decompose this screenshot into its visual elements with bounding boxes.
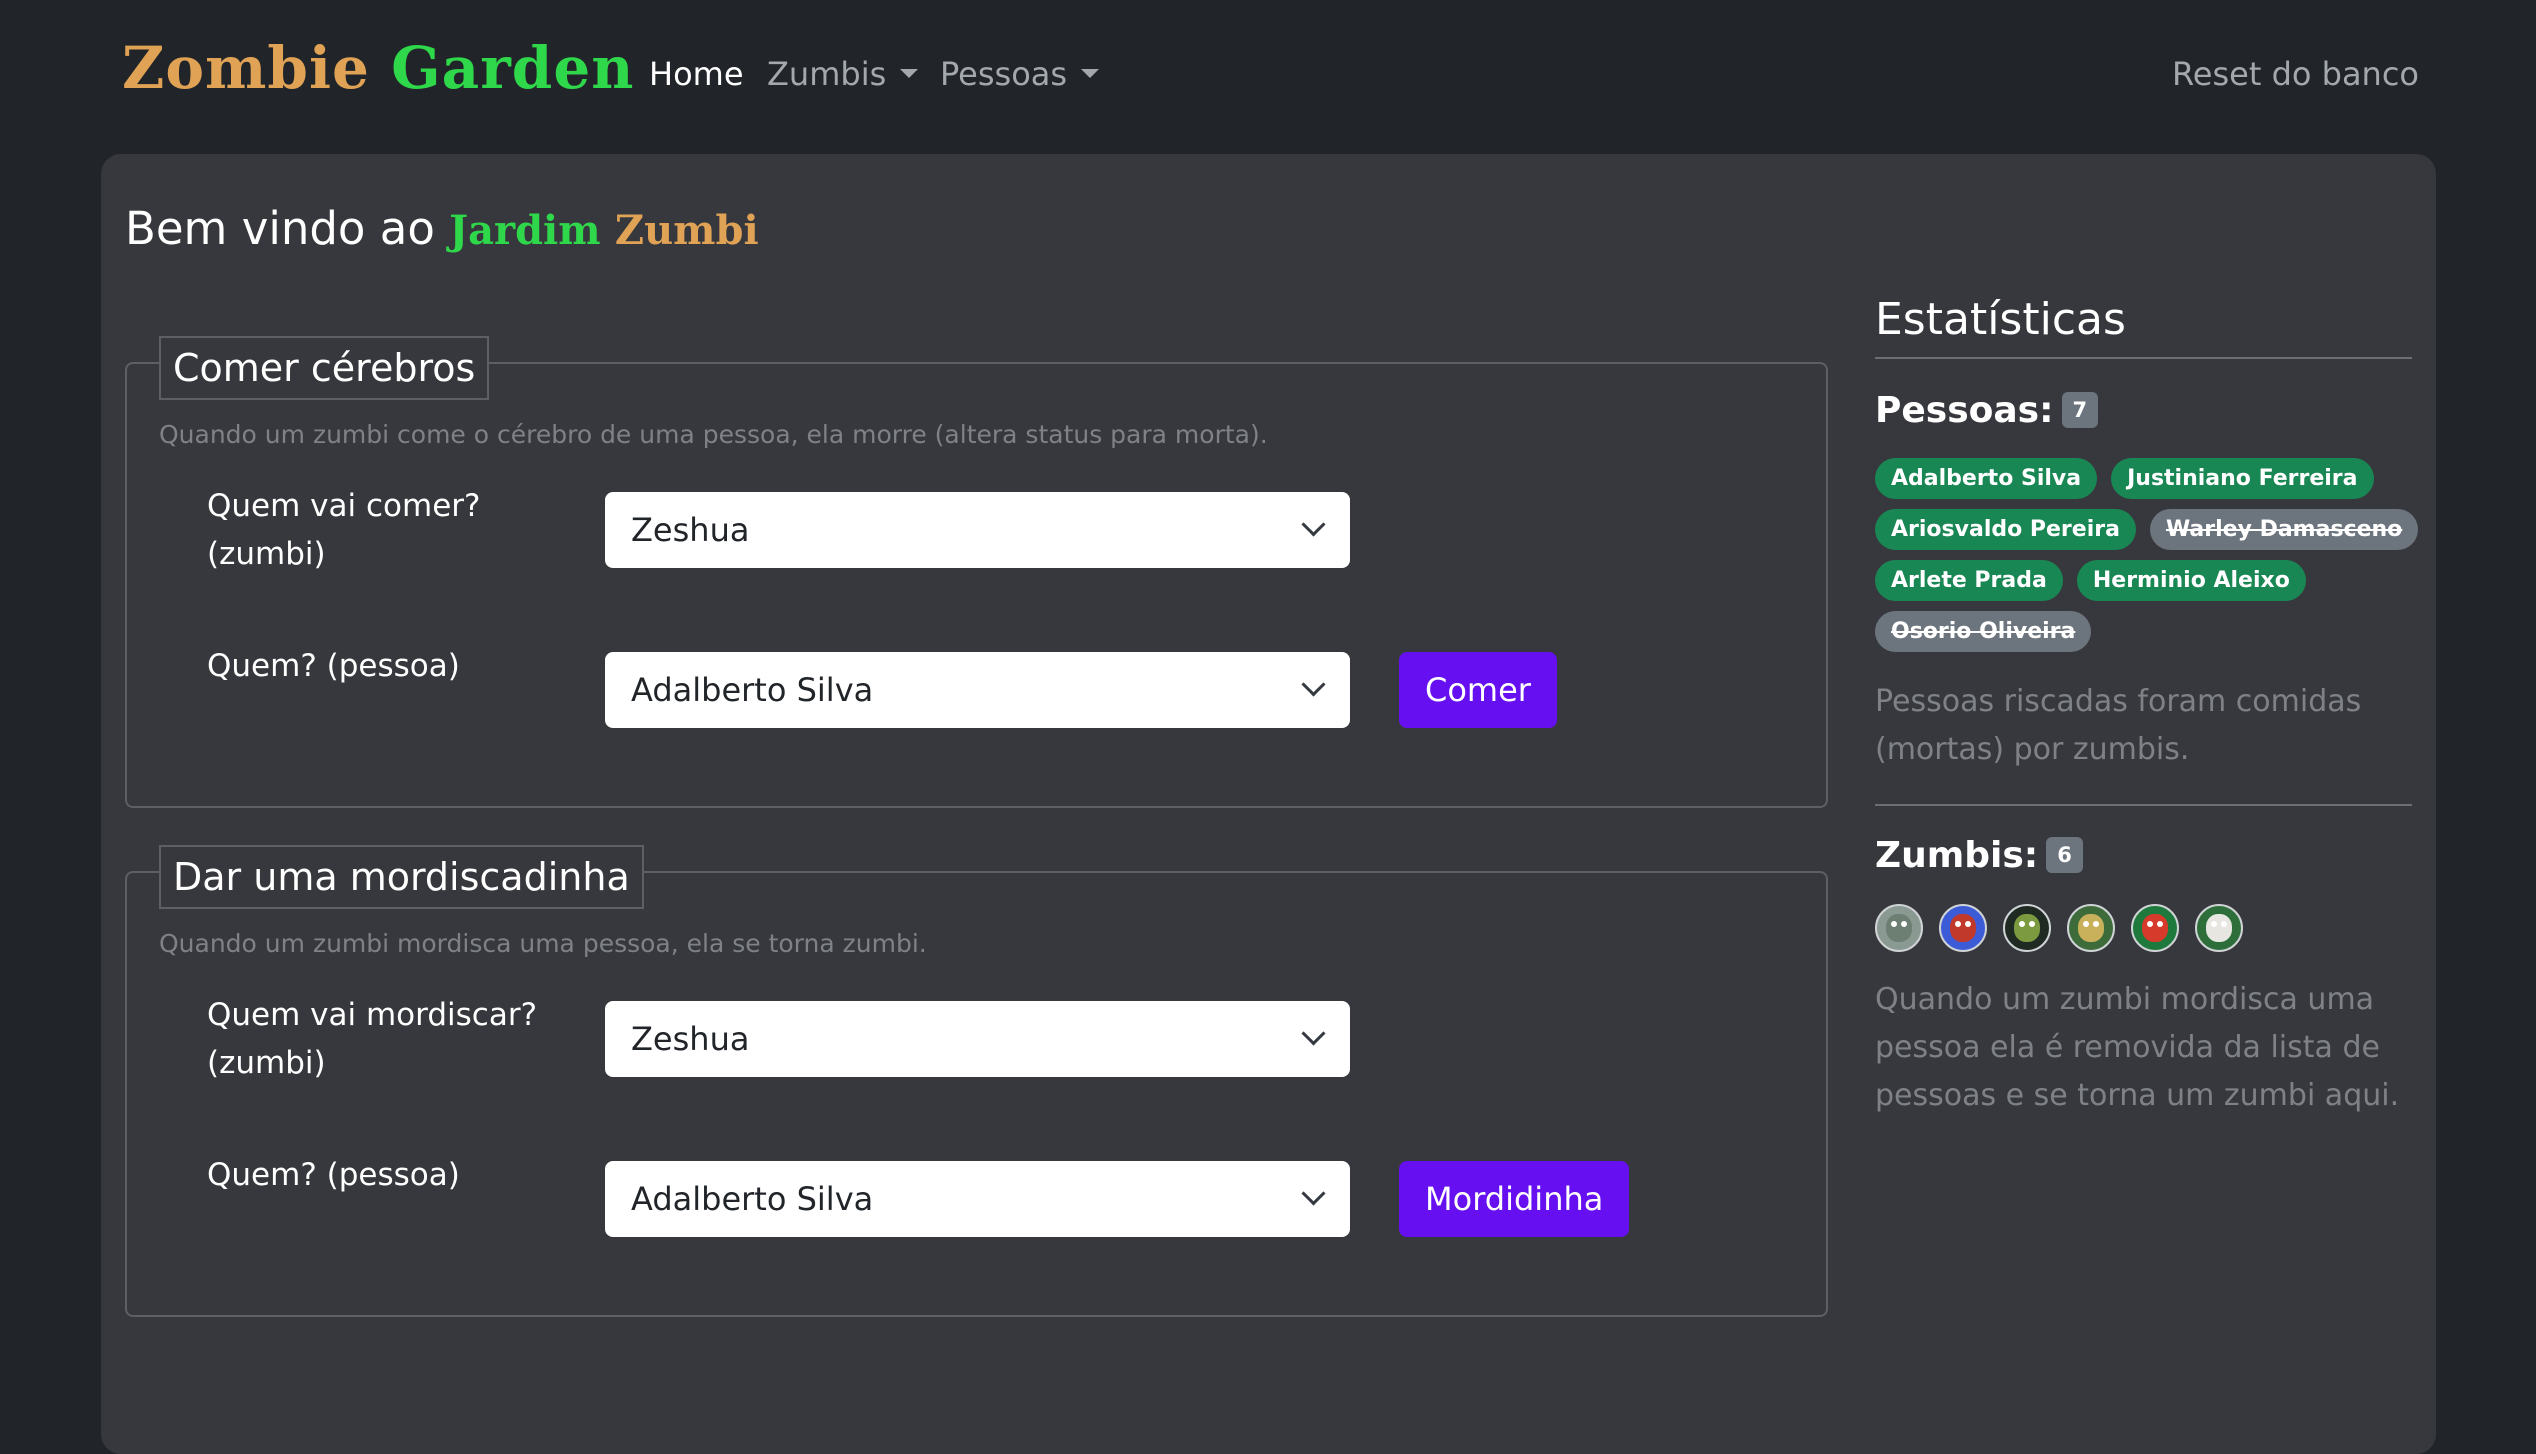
navbar: Zombie Garden Home Zumbis Pessoas Reset … — [0, 0, 2536, 154]
page-title: Bem vindo ao Jardim Zumbi — [125, 202, 759, 255]
zombie-eye-shape — [1901, 921, 1907, 927]
zombie-face-shape — [2206, 914, 2232, 942]
zombie-eye-shape — [2211, 921, 2217, 927]
bite-person-label: Quem? (pessoa) — [207, 1157, 460, 1193]
person-badge: Ariosvaldo Pereira — [1875, 509, 2136, 550]
eat-person-select[interactable]: Adalberto Silva — [605, 652, 1350, 728]
nav-zumbis-dropdown[interactable]: Zumbis — [767, 55, 919, 93]
zombie-avatar-icon[interactable] — [2067, 904, 2115, 952]
stats-title: Estatísticas — [1875, 294, 2126, 345]
zombie-avatar-list — [1875, 904, 2259, 956]
zombie-face-shape — [1886, 914, 1912, 942]
person-badge: Warley Damasceno — [2149, 509, 2419, 550]
bite-zombie-select-value: Zeshua — [631, 1020, 750, 1058]
bite-zombie-label-line1: Quem vai mordiscar? — [207, 997, 538, 1033]
chevron-down-icon — [1301, 1181, 1326, 1206]
zombies-count-heading: Zumbis: 6 — [1875, 835, 2083, 876]
zombie-eye-shape — [2029, 921, 2035, 927]
bite-zombie-label-line2: (zumbi) — [207, 1045, 326, 1081]
zombie-eye-shape — [2019, 921, 2025, 927]
zombie-avatar-icon[interactable] — [2195, 904, 2243, 952]
zombie-face-shape — [2014, 914, 2040, 942]
person-badge: Herminio Aleixo — [2076, 560, 2306, 601]
bite-description: Quando um zumbi mordisca uma pessoa, ela… — [159, 929, 927, 958]
brand-word-zombie: Zombie — [122, 34, 370, 102]
eat-brains-description: Quando um zumbi come o cérebro de uma pe… — [159, 420, 1268, 449]
bite-zombie-select[interactable]: Zeshua — [605, 1001, 1350, 1077]
nav-reset-db[interactable]: Reset do banco — [2172, 55, 2419, 93]
people-count-label: Pessoas: — [1875, 390, 2054, 431]
zombie-eye-shape — [2221, 921, 2227, 927]
zombie-eye-shape — [1891, 921, 1897, 927]
eat-zombie-label: Quem vai comer? (zumbi) — [207, 482, 480, 578]
eat-person-select-value: Adalberto Silva — [631, 671, 874, 709]
welcome-zumbi: Zumbi — [614, 207, 759, 254]
nav-pessoas-label: Pessoas — [940, 55, 1068, 93]
zombie-avatar-icon[interactable] — [2003, 904, 2051, 952]
stats-divider — [1875, 804, 2412, 806]
zombie-eye-shape — [1955, 921, 1961, 927]
zombie-eye-shape — [2147, 921, 2153, 927]
zombie-avatar-icon[interactable] — [1875, 904, 1923, 952]
eat-zombie-select[interactable]: Zeshua — [605, 492, 1350, 568]
people-note: Pessoas riscadas foram comidas (mortas) … — [1875, 684, 2362, 767]
people-count-heading: Pessoas: 7 — [1875, 390, 2099, 431]
eat-zombie-select-value: Zeshua — [631, 511, 750, 549]
welcome-prefix: Bem vindo ao — [125, 202, 435, 255]
chevron-down-icon — [1081, 68, 1100, 78]
people-list: Adalberto Silva Justiniano Ferreira Ariosv… — [1875, 458, 2435, 662]
zombies-note: Quando um zumbi mordisca uma pessoa ela … — [1875, 982, 2400, 1113]
welcome-jardim: Jardim — [449, 207, 601, 254]
chevron-down-icon — [900, 68, 919, 78]
eat-zombie-label-line2: (zumbi) — [207, 536, 326, 572]
eat-brains-fieldset: Comer cérebros Quando um zumbi come o cé… — [125, 336, 1828, 808]
bite-person-select-value: Adalberto Silva — [631, 1180, 874, 1218]
zombie-eye-shape — [2093, 921, 2099, 927]
chevron-down-icon — [1301, 672, 1326, 697]
eat-brains-legend: Comer cérebros — [159, 336, 490, 400]
bite-fieldset: Dar uma mordiscadinha Quando um zumbi mo… — [125, 845, 1828, 1317]
zombies-count-label: Zumbis: — [1875, 835, 2039, 876]
chevron-down-icon — [1301, 512, 1326, 537]
zombies-count-badge: 6 — [2046, 837, 2083, 873]
person-badge: Osorio Oliveira — [1875, 611, 2092, 652]
person-badge: Adalberto Silva — [1875, 458, 2098, 499]
people-count-badge: 7 — [2061, 392, 2099, 428]
zombie-face-shape — [1950, 914, 1976, 942]
zombie-avatar-icon[interactable] — [1939, 904, 1987, 952]
main-card: Bem vindo ao Jardim Zumbi Comer cérebros… — [101, 154, 2436, 1454]
chevron-down-icon — [1301, 1021, 1326, 1046]
brand-logo[interactable]: Zombie Garden — [122, 34, 634, 102]
stats-divider — [1875, 357, 2412, 359]
bite-zombie-label: Quem vai mordiscar? (zumbi) — [207, 991, 537, 1087]
eat-zombie-label-line1: Quem vai comer? — [207, 488, 481, 524]
eat-person-label: Quem? (pessoa) — [207, 648, 460, 684]
zombie-eye-shape — [2157, 921, 2163, 927]
zombie-eye-shape — [1965, 921, 1971, 927]
zombie-face-shape — [2078, 914, 2104, 942]
nav-home[interactable]: Home — [649, 55, 744, 93]
zombie-face-shape — [2142, 914, 2168, 942]
zombie-avatar-icon[interactable] — [2131, 904, 2179, 952]
nav-pessoas-dropdown[interactable]: Pessoas — [940, 55, 1100, 93]
brand-word-garden: Garden — [391, 34, 635, 102]
person-badge: Justiniano Ferreira — [2111, 458, 2374, 499]
bite-person-select[interactable]: Adalberto Silva — [605, 1161, 1350, 1237]
mordidinha-button[interactable]: Mordidinha — [1399, 1161, 1630, 1237]
zombie-eye-shape — [2083, 921, 2089, 927]
comer-button[interactable]: Comer — [1399, 652, 1557, 728]
bite-legend: Dar uma mordiscadinha — [159, 845, 644, 909]
person-badge: Arlete Prada — [1875, 560, 2063, 601]
nav-zumbis-label: Zumbis — [767, 55, 887, 93]
